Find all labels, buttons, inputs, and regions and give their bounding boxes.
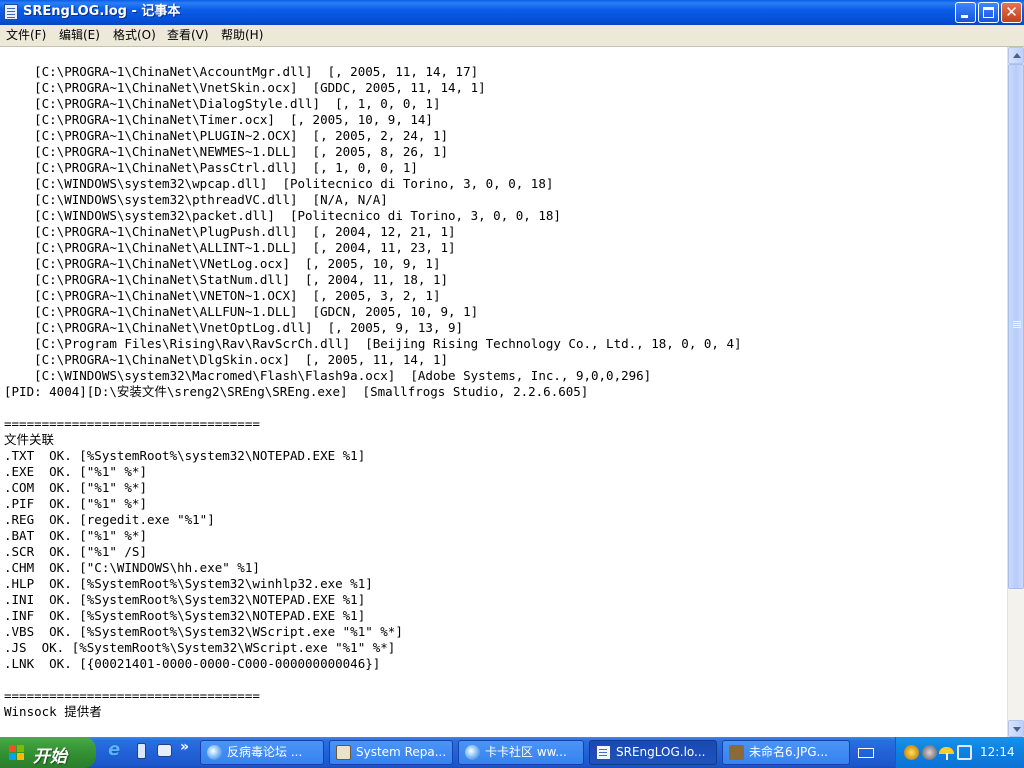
text-line: [C:\PROGRA~1\ChinaNet\PlugPush.dll] [, 2…	[4, 224, 456, 239]
text-line: .COM OK. ["%1" %*]	[4, 480, 147, 495]
scroll-up-button[interactable]	[1008, 47, 1024, 64]
taskbar: 开始 » 反病毒论坛 ... System Repa... 卡卡社区 ww...…	[0, 737, 1024, 768]
text-line: [C:\PROGRA~1\ChinaNet\ALLFUN~1.DLL] [GDC…	[4, 304, 479, 319]
network-tray-icon[interactable]	[957, 745, 972, 760]
task-label: 未命名6.JPG...	[749, 745, 828, 759]
close-icon: ✕	[1005, 3, 1018, 21]
show-desktop-icon[interactable]	[156, 742, 174, 760]
text-line: .PIF OK. ["%1" %*]	[4, 496, 147, 511]
text-line: [C:\PROGRA~1\ChinaNet\DlgSkin.ocx] [, 20…	[4, 352, 449, 367]
text-line: [C:\WINDOWS\system32\pthreadVC.dll] [N/A…	[4, 192, 388, 207]
text-line: 文件关联	[4, 432, 55, 447]
text-line: .JS OK. [%SystemRoot%\System32\WScript.e…	[4, 640, 396, 655]
task-label: System Repa...	[356, 745, 447, 759]
task-button-antivirus-forum[interactable]: 反病毒论坛 ...	[200, 740, 324, 765]
text-line: [C:\PROGRA~1\ChinaNet\AccountMgr.dll] [,…	[4, 64, 479, 79]
image-viewer-icon	[729, 745, 744, 760]
quick-launch-more-button[interactable]: »	[180, 740, 190, 758]
text-line: .LNK OK. [{00021401-0000-0000-C000-00000…	[4, 656, 381, 671]
keyboard-icon[interactable]	[858, 748, 874, 758]
scroll-thumb[interactable]	[1008, 64, 1024, 589]
text-line: .CHM OK. ["C:\WINDOWS\hh.exe" %1]	[4, 560, 260, 575]
text-line: [C:\PROGRA~1\ChinaNet\DialogStyle.dll] […	[4, 96, 441, 111]
menu-help[interactable]: 帮助(H)	[221, 28, 263, 43]
text-line: [C:\PROGRA~1\ChinaNet\VnetSkin.ocx] [GDD…	[4, 80, 486, 95]
clock[interactable]: 12:14	[980, 745, 1015, 760]
text-line: ==================================	[4, 416, 260, 431]
minimize-icon	[961, 15, 968, 18]
internet-explorer-icon[interactable]	[108, 739, 126, 760]
text-line: .TXT OK. [%SystemRoot%\system32\NOTEPAD.…	[4, 448, 366, 463]
text-line: .EXE OK. ["%1" %*]	[4, 464, 147, 479]
media-player-icon[interactable]	[133, 742, 151, 760]
text-line: [C:\PROGRA~1\ChinaNet\Timer.ocx] [, 2005…	[4, 112, 433, 127]
notepad-icon[interactable]	[4, 4, 18, 20]
text-line: .REG OK. [regedit.exe "%1"]	[4, 512, 215, 527]
start-label: 开始	[33, 747, 67, 767]
text-line: ==================================	[4, 688, 260, 703]
text-line: [C:\PROGRA~1\ChinaNet\NEWMES~1.DLL] [, 2…	[4, 144, 449, 159]
text-line: [C:\PROGRA~1\ChinaNet\StatNum.dll] [, 20…	[4, 272, 449, 287]
text-line: [C:\PROGRA~1\ChinaNet\VnetOptLog.dll] [,…	[4, 320, 464, 335]
text-line: .VBS OK. [%SystemRoot%\System32\WScript.…	[4, 624, 403, 639]
umbrella-tray-icon[interactable]	[939, 745, 954, 760]
task-button-srenglog[interactable]: SREngLOG.lo...	[589, 740, 717, 765]
text-line: [C:\WINDOWS\system32\Macromed\Flash\Flas…	[4, 368, 652, 383]
grip-icon	[1013, 321, 1021, 322]
menu-view[interactable]: 查看(V)	[167, 28, 209, 43]
windows-logo-icon	[9, 745, 25, 761]
task-button-kaka-community[interactable]: 卡卡社区 ww...	[458, 740, 584, 765]
title-bar[interactable]: SREngLOG.log - 记事本 ✕	[0, 0, 1024, 25]
arrow-down-icon	[1013, 727, 1021, 732]
text-line: [C:\PROGRA~1\ChinaNet\ALLINT~1.DLL] [, 2…	[4, 240, 456, 255]
menu-format[interactable]: 格式(O)	[113, 28, 156, 43]
text-line: [C:\PROGRA~1\ChinaNet\VNetLog.ocx] [, 20…	[4, 256, 441, 271]
text-line: [PID: 4004][D:\安装文件\sreng2\SREng\SREng.e…	[4, 384, 589, 399]
tool-app-icon	[336, 745, 351, 760]
task-label: 卡卡社区 ww...	[485, 745, 567, 759]
system-tray: 12:14	[895, 737, 1024, 768]
text-line: .INI OK. [%SystemRoot%\System32\NOTEPAD.…	[4, 592, 366, 607]
task-label: SREngLOG.lo...	[616, 745, 706, 759]
text-line: [C:\WINDOWS\system32\packet.dll] [Polite…	[4, 208, 561, 223]
speaker-tray-icon[interactable]	[922, 745, 937, 760]
task-button-image-viewer[interactable]: 未命名6.JPG...	[722, 740, 850, 765]
notepad-icon	[596, 745, 611, 760]
menu-edit[interactable]: 编辑(E)	[59, 28, 100, 43]
text-line: [C:\Program Files\Rising\Rav\RavScrCh.dl…	[4, 336, 742, 351]
minimize-button[interactable]	[955, 2, 976, 23]
vertical-scrollbar[interactable]	[1007, 47, 1024, 737]
text-line: [C:\PROGRA~1\ChinaNet\PLUGIN~2.OCX] [, 2…	[4, 128, 449, 143]
window-title: SREngLOG.log - 记事本	[23, 4, 181, 19]
web-page-icon	[465, 745, 480, 760]
text-line: .SCR OK. ["%1" /S]	[4, 544, 147, 559]
text-line: [C:\PROGRA~1\ChinaNet\VNETON~1.OCX] [, 2…	[4, 288, 441, 303]
scroll-down-button[interactable]	[1008, 720, 1024, 737]
text-line: .BAT OK. ["%1" %*]	[4, 528, 147, 543]
text-line: [C:\PROGRA~1\ChinaNet\PassCtrl.dll] [, 1…	[4, 160, 418, 175]
task-label: 反病毒论坛 ...	[227, 745, 303, 759]
menu-bar: 文件(F) 编辑(E) 格式(O) 查看(V) 帮助(H)	[0, 25, 1024, 47]
close-button[interactable]: ✕	[1001, 2, 1022, 23]
restore-icon	[983, 7, 994, 18]
menu-file[interactable]: 文件(F)	[6, 28, 46, 43]
start-button[interactable]: 开始	[0, 737, 96, 768]
text-line: [C:\WINDOWS\system32\wpcap.dll] [Politec…	[4, 176, 554, 191]
web-page-icon	[207, 745, 222, 760]
text-editor[interactable]: [C:\PROGRA~1\ChinaNet\AccountMgr.dll] [,…	[0, 47, 1007, 737]
restore-button[interactable]	[978, 2, 999, 23]
antivirus-tray-icon[interactable]	[904, 745, 919, 760]
arrow-up-icon	[1013, 53, 1021, 58]
text-line: .INF OK. [%SystemRoot%\System32\NOTEPAD.…	[4, 608, 366, 623]
text-line: Winsock 提供者	[4, 704, 102, 719]
task-button-system-repair[interactable]: System Repa...	[329, 740, 453, 765]
text-line: .HLP OK. [%SystemRoot%\System32\winhlp32…	[4, 576, 373, 591]
